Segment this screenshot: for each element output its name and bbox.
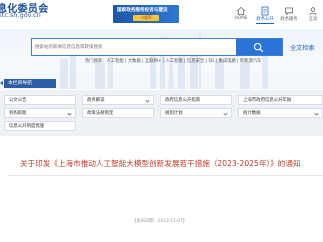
grid-item-info-disclosure-guide[interactable]: 政府信息公开指南 — [160, 95, 232, 105]
grid-item-institutions[interactable]: 机构职能 — [4, 108, 76, 118]
nav-item-gov-open[interactable]: 政务公开 — [254, 6, 276, 26]
site-logo-url: itc.sh.gov.cn — [0, 11, 41, 19]
grid-item-label: 统计数据 — [243, 111, 261, 116]
divider — [8, 175, 323, 176]
full-text-search-link[interactable]: 全文检索 — [290, 43, 315, 52]
grid-item-label: 规划计划 — [165, 111, 183, 116]
grid-item-annual-report[interactable]: 上海市政府信息公开年报 — [238, 95, 323, 105]
search-box[interactable] — [31, 38, 283, 56]
nav-label-interaction: 互动 — [308, 17, 318, 22]
file-icon — [261, 6, 269, 16]
chat-icon — [285, 7, 293, 16]
grid-item-disclosure-measures[interactable]: 信息公开制度措施 — [4, 121, 76, 131]
hot-search-terms[interactable]: 热门搜索：人工智能 | 大数据 | 互联网+ | 人工智能 | 信息安全 | 5… — [85, 58, 261, 64]
nav-label-home: HOME — [234, 16, 248, 21]
nav-item-interaction[interactable]: 互动 — [302, 6, 323, 26]
search-icon — [253, 42, 264, 53]
grid-item-label: 信息公开制度措施 — [9, 124, 45, 129]
column-tabs: 本栏目导航 — [0, 79, 323, 89]
grid-item-label: 机构职能 — [9, 111, 27, 116]
nav-label-gov-open: 政务公开 — [256, 17, 274, 22]
nav-active-indicator — [256, 23, 274, 25]
grid-item-official-notices[interactable]: 公文公告 — [4, 95, 76, 105]
grid-item-label: 政策法规制定 — [87, 111, 114, 116]
nav-item-gov-service[interactable]: 政务服务 — [278, 6, 300, 26]
grid-item-label: 政务解读 — [87, 98, 105, 103]
banner-button[interactable]: 小程序 — [133, 15, 159, 21]
top-nav: HOME 政务公开 政务服务 互动 — [230, 6, 323, 26]
grid-item-statistics[interactable]: 统计数据 — [238, 108, 323, 118]
promo-banner[interactable]: 国家政务服务投诉与建议 小程序 — [113, 5, 179, 23]
chevron-down-icon — [223, 111, 228, 116]
banner-title: 国家政务服务投诉与建议 — [117, 8, 168, 13]
person-icon — [309, 7, 317, 16]
tab-arrow-icon — [0, 81, 3, 85]
grid-item-plans[interactable]: 规划计划 — [160, 108, 232, 118]
search-button[interactable] — [236, 39, 282, 55]
grid-item-label: 上海市政府信息公开年报 — [243, 98, 292, 103]
tab-column-nav[interactable]: 本栏目导航 — [4, 79, 56, 88]
nav-label-gov-service: 政务服务 — [280, 17, 298, 22]
article-title: 关于印发《上海市推动人工智能大模型创新发展若干措施（2023-2025年）》的通… — [20, 159, 301, 168]
grid-item-policy-regulations[interactable]: 政策法规制定 — [82, 108, 154, 118]
grid-item-policy-interpretation[interactable]: 政务解读 — [82, 95, 154, 105]
chevron-down-icon — [145, 98, 150, 103]
grid-item-label: 公文公告 — [9, 98, 27, 103]
chevron-down-icon — [67, 111, 72, 116]
grid-item-label: 政府信息公开指南 — [165, 98, 201, 103]
home-icon — [236, 6, 246, 15]
category-grid: 公文公告 政务解读 政府信息公开指南 上海市政府信息公开年报 机构职能 政策法规… — [0, 90, 323, 136]
publish-date: 【发布日期：2023-11-07】 — [132, 219, 188, 224]
search-input[interactable] — [35, 41, 235, 53]
chevron-down-icon — [314, 111, 319, 116]
nav-item-home[interactable]: HOME — [230, 6, 252, 26]
